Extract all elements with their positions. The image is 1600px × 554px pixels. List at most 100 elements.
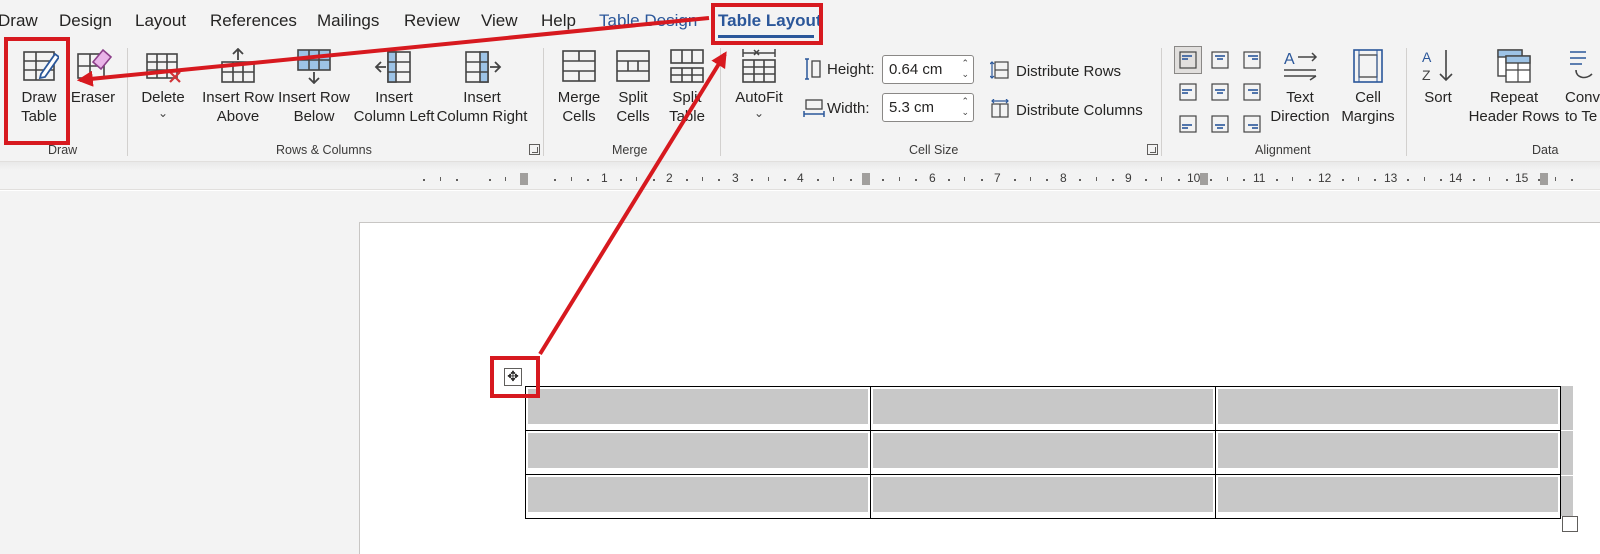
ruler-tick (1473, 179, 1475, 181)
distribute-columns-icon (991, 98, 1009, 118)
ruler-tick (1555, 177, 1556, 181)
delete-button[interactable]: Delete ⌄ (136, 48, 190, 134)
insert-column-left-label: Insert Column Left (353, 89, 435, 125)
sort-icon: A Z (1422, 49, 1453, 83)
distribute-rows-button[interactable]: Distribute Rows (989, 60, 1122, 80)
split-table-label: Split Table (669, 89, 705, 125)
table-cell[interactable] (1215, 474, 1561, 519)
ruler-tick (833, 177, 834, 181)
cell-margins-button[interactable]: Cell Margins (1336, 48, 1400, 134)
cell-size-dialog-launcher-icon[interactable] (1147, 144, 1158, 155)
merge-cells-icon (562, 50, 596, 82)
ruler-tick (423, 179, 425, 181)
cell-selection-shade (1218, 389, 1558, 424)
ruler-number: 8 (1060, 171, 1067, 185)
group-label-alignment: Alignment (1255, 143, 1311, 157)
ruler-tick (751, 179, 753, 181)
ruler-tick (440, 177, 441, 181)
tab-references[interactable]: References (210, 11, 297, 31)
ruler-number: 11 (1253, 171, 1266, 185)
ribbon-shadow (0, 162, 1600, 170)
table-row (525, 474, 1561, 519)
column-marker (1200, 173, 1208, 185)
delete-label: Delete (141, 89, 185, 106)
end-of-row-marker (1561, 476, 1573, 516)
table-cell[interactable] (870, 386, 1216, 431)
insert-column-right-icon (465, 51, 502, 83)
insert-column-right-label: Insert Column Right (436, 89, 528, 125)
table-cell[interactable] (870, 474, 1216, 519)
distribute-rows-label: Distribute Rows (1016, 63, 1122, 80)
cell-selection-shade (1218, 433, 1558, 468)
tab-help[interactable]: Help (541, 11, 576, 31)
ruler-tick (1030, 177, 1031, 181)
chevron-down-icon: ⌄ (753, 106, 765, 120)
text-direction-button[interactable]: A Text Direction (1266, 48, 1334, 134)
ruler-tick (850, 179, 852, 181)
convert-to-text-icon (1570, 51, 1593, 79)
merge-cells-label: Merge Cells (557, 89, 601, 125)
insert-column-left-button[interactable]: Insert Column Left (352, 48, 436, 134)
tab-draw[interactable]: Draw (0, 11, 38, 31)
insert-column-left-icon (374, 51, 411, 83)
autofit-label: AutoFit (735, 89, 783, 106)
ruler-tick (1292, 177, 1293, 181)
table-cell[interactable] (870, 430, 1216, 475)
rows-columns-dialog-launcher-icon[interactable] (529, 144, 540, 155)
tab-design[interactable]: Design (59, 11, 112, 31)
height-input[interactable]: 0.64 cm ⌃ ⌄ (882, 55, 974, 84)
height-value: 0.64 cm (889, 61, 943, 78)
insert-row-below-button[interactable]: Insert Row Below (276, 48, 352, 134)
distribute-columns-button[interactable]: Distribute Columns (990, 98, 1143, 119)
tab-review[interactable]: Review (404, 11, 460, 31)
ruler-tick (1358, 177, 1359, 181)
table-cell[interactable] (525, 430, 871, 475)
ruler-tick (1374, 179, 1376, 181)
cell-margins-label: Cell Margins (1341, 89, 1395, 125)
insert-column-right-button[interactable]: Insert Column Right (436, 48, 528, 134)
ruler-number: 3 (732, 171, 739, 185)
ruler-tick (1145, 179, 1147, 181)
table-cell[interactable] (525, 474, 871, 519)
split-table-button[interactable]: Split Table (661, 48, 713, 134)
ribbon-separator (1161, 48, 1162, 156)
cell-selection-shade (528, 433, 868, 468)
sort-button[interactable]: A Z Sort (1412, 48, 1464, 134)
table-cell[interactable] (1215, 386, 1561, 431)
split-cells-button[interactable]: Split Cells (608, 48, 658, 134)
cell-selection-shade (1218, 477, 1558, 512)
width-input[interactable]: 5.3 cm ⌃ ⌄ (882, 93, 974, 122)
sort-label: Sort (1424, 89, 1452, 106)
tab-mailings[interactable]: Mailings (317, 11, 379, 31)
tab-table-design[interactable]: Table Design (599, 11, 697, 31)
ruler-tick (1243, 179, 1245, 181)
convert-to-text-button[interactable]: Conve to Te (1562, 48, 1600, 134)
tab-view[interactable]: View (481, 11, 518, 31)
tab-layout[interactable]: Layout (135, 11, 186, 31)
ruler-number: 1 (601, 171, 608, 185)
ruler-number: 4 (797, 171, 804, 185)
cell-selection-shade (528, 477, 868, 512)
autofit-button[interactable]: AutoFit ⌄ (728, 48, 790, 134)
table-handle-highlight-box (490, 356, 540, 398)
width-spinner-icon[interactable]: ⌃ ⌄ (961, 96, 969, 118)
insert-row-above-button[interactable]: Insert Row Above (200, 48, 276, 134)
repeat-header-rows-icon (1497, 49, 1531, 83)
table-cell[interactable] (525, 386, 871, 431)
table-cell[interactable] (1215, 430, 1561, 475)
text-direction-label: Text Direction (1270, 89, 1330, 125)
document-table[interactable] (525, 386, 1561, 519)
repeat-header-rows-button[interactable]: Repeat Header Rows (1466, 48, 1562, 134)
eraser-button[interactable]: Eraser (68, 48, 118, 134)
height-spinner-icon[interactable]: ⌃ ⌄ (961, 58, 969, 80)
ruler-tick (686, 179, 688, 181)
insert-row-below-label: Insert Row Below (278, 89, 350, 125)
ruler-tick (702, 177, 703, 181)
ruler-number: 15 (1515, 171, 1529, 185)
ruler-tick (768, 177, 769, 181)
column-marker (520, 173, 528, 185)
table-resize-handle[interactable] (1562, 516, 1578, 532)
table-row (525, 386, 1561, 431)
draw-table-highlight-box (4, 37, 70, 145)
merge-cells-button[interactable]: Merge Cells (552, 48, 606, 134)
